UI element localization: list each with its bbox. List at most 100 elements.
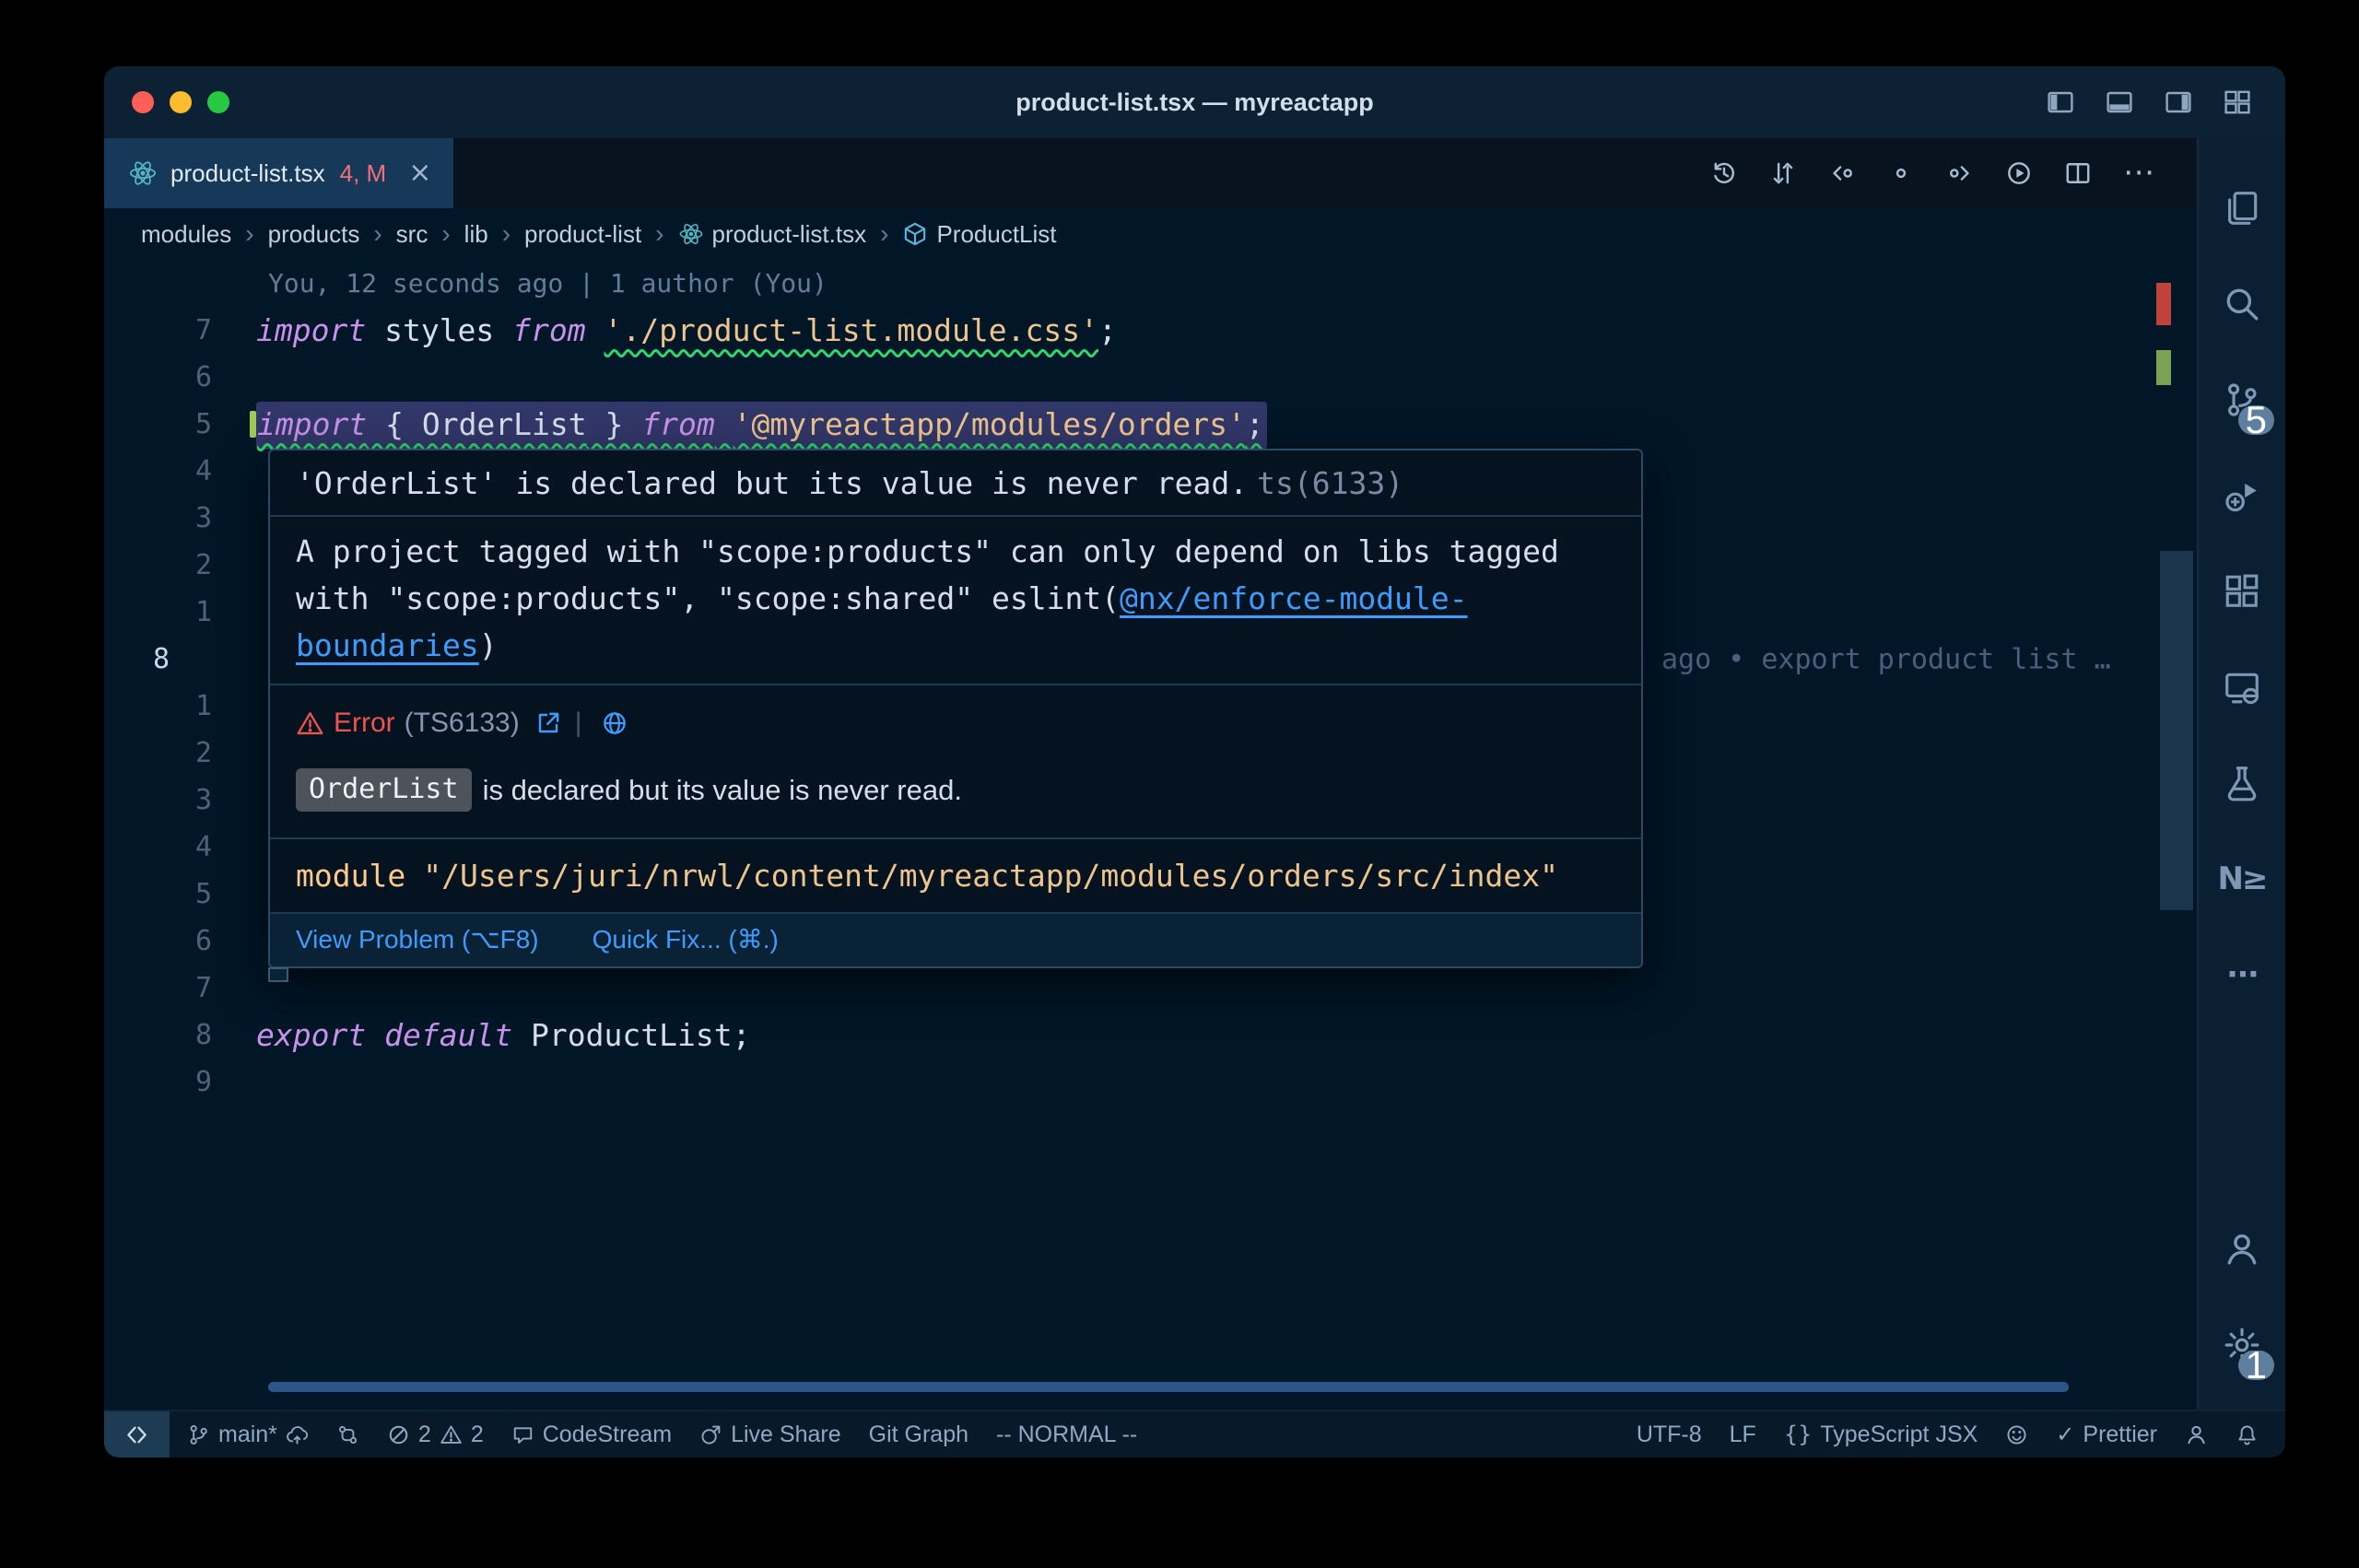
badge: 1 bbox=[2238, 1351, 2274, 1380]
compare-changes-icon[interactable] bbox=[1769, 159, 1797, 187]
error-severity-row: Error(TS6133) | bbox=[296, 708, 1615, 739]
more-actions-icon[interactable]: ⋯ bbox=[2123, 157, 2154, 190]
tab-decoration: 4, M bbox=[340, 159, 387, 188]
activitybar-item-search[interactable] bbox=[2199, 256, 2285, 352]
activitybar-item-debug[interactable] bbox=[2199, 448, 2285, 544]
live-share-icon bbox=[699, 1423, 722, 1446]
tab-product-list-tsx[interactable]: product-list.tsx 4, M × bbox=[104, 138, 453, 208]
next-change-icon[interactable] bbox=[1946, 159, 1974, 187]
breadcrumb-item-lib[interactable]: lib bbox=[464, 220, 488, 249]
statusbar-item-feedback-smiley[interactable] bbox=[1991, 1411, 2042, 1457]
editor-gutter: 4 bbox=[104, 455, 256, 487]
line-number: 2 bbox=[195, 737, 212, 769]
activitybar-item-explorer[interactable] bbox=[2199, 160, 2285, 256]
breadcrumb-separator: › bbox=[655, 219, 663, 249]
warning-icon bbox=[296, 709, 324, 738]
extensions-icon bbox=[2223, 572, 2261, 611]
person-feedback-icon bbox=[2185, 1423, 2208, 1446]
panel-left-icon bbox=[2046, 88, 2075, 117]
code-line[interactable]: 6 bbox=[104, 354, 2197, 401]
layout-grid-icon[interactable] bbox=[2223, 88, 2252, 117]
activitybar-item-source-control[interactable]: 5 bbox=[2199, 352, 2285, 448]
titlebar-layout-controls bbox=[2046, 88, 2285, 117]
statusbar-item-notifications[interactable] bbox=[2222, 1411, 2272, 1457]
editor-gutter: 8 bbox=[104, 643, 256, 675]
statusbar-item-remote-indicator[interactable] bbox=[104, 1411, 170, 1457]
statusbar-label: LF bbox=[1730, 1422, 1756, 1448]
code-line[interactable]: 8export default ProductList; bbox=[104, 1012, 2197, 1059]
editor[interactable]: You, 12 seconds ago | 1 author (You) 7im… bbox=[104, 260, 2197, 1410]
activitybar-item-testing[interactable] bbox=[2199, 735, 2285, 831]
statusbar-item-problems[interactable]: 22 bbox=[373, 1411, 498, 1457]
statusbar-item-vim-mode[interactable]: -- NORMAL -- bbox=[982, 1411, 1151, 1457]
git-change-marker-red bbox=[2156, 283, 2171, 325]
horizontal-scrollbar[interactable] bbox=[268, 1382, 2069, 1392]
highlighted-statement: import { OrderList } from '@myreactapp/m… bbox=[256, 402, 1267, 450]
code-line[interactable]: 7import styles from './product-list.modu… bbox=[104, 307, 2197, 354]
gutter-circle-icon[interactable] bbox=[1887, 159, 1915, 187]
breadcrumb-label: src bbox=[396, 220, 428, 249]
breadcrumb-item-modules[interactable]: modules bbox=[141, 220, 231, 249]
activitybar-item-more-views[interactable]: ⋯ bbox=[2199, 927, 2285, 1023]
activitybar-item-accounts[interactable] bbox=[2199, 1201, 2285, 1297]
warning-icon bbox=[440, 1423, 463, 1446]
breadcrumb-item-product-list-tsx[interactable]: product-list.tsx bbox=[678, 220, 867, 249]
activitybar-item-settings[interactable]: 1 bbox=[2199, 1297, 2285, 1393]
breadcrumb-label: product-list bbox=[524, 220, 641, 249]
breadcrumb-separator: › bbox=[245, 219, 253, 249]
statusbar-item-git-graph[interactable]: Git Graph bbox=[855, 1411, 982, 1457]
statusbar-item-language-mode[interactable]: {}TypeScript JSX bbox=[1770, 1411, 1991, 1457]
debug-icon bbox=[2223, 476, 2261, 515]
statusbar-label: TypeScript JSX bbox=[1820, 1422, 1978, 1448]
tooltip-resize-handle[interactable] bbox=[268, 967, 288, 982]
editor-gutter: 2 bbox=[104, 737, 256, 769]
prev-change-icon[interactable] bbox=[1828, 159, 1856, 187]
diagnostic-text: 'OrderList' is declared but its value is… bbox=[296, 465, 1248, 501]
code-line[interactable]: 9 bbox=[104, 1059, 2197, 1106]
breadcrumb-label: lib bbox=[464, 220, 488, 249]
statusbar-item-user-feedback[interactable] bbox=[2171, 1411, 2222, 1457]
statusbar-item-git-compare[interactable] bbox=[323, 1411, 373, 1457]
statusbar-item-encoding[interactable]: UTF-8 bbox=[1623, 1411, 1716, 1457]
breadcrumb-label: product-list.tsx bbox=[712, 220, 867, 249]
editor-gutter: 6 bbox=[104, 925, 256, 957]
panel-bottom-icon[interactable] bbox=[2105, 88, 2134, 117]
statusbar-label: Git Graph bbox=[869, 1422, 968, 1448]
code-line[interactable]: 5import { OrderList } from '@myreactapp/… bbox=[104, 401, 2197, 448]
panel-left-icon[interactable] bbox=[2046, 88, 2075, 117]
line-number: 1 bbox=[195, 690, 212, 722]
view-problem-link[interactable]: View Problem (⌥F8) bbox=[296, 924, 539, 954]
breadcrumb-item-productlist[interactable]: ProductList bbox=[902, 220, 1056, 249]
statusbar-item-prettier[interactable]: ✓Prettier bbox=[2042, 1411, 2171, 1457]
quick-fix-link[interactable]: Quick Fix... (⌘.) bbox=[593, 924, 779, 954]
activitybar-item-nx-console[interactable]: N≥ bbox=[2199, 831, 2285, 927]
run-icon bbox=[2005, 159, 2033, 187]
code-content: export default ProductList; bbox=[256, 1017, 750, 1053]
breadcrumb-item-src[interactable]: src bbox=[396, 220, 428, 249]
statusbar-item-eol[interactable]: LF bbox=[1716, 1411, 1770, 1457]
activitybar-item-extensions[interactable] bbox=[2199, 544, 2285, 639]
code-line[interactable]: 7 bbox=[104, 965, 2197, 1012]
panel-right-icon[interactable] bbox=[2164, 88, 2193, 117]
activitybar-item-remote-explorer[interactable] bbox=[2199, 639, 2285, 735]
hover-tooltip: 'OrderList' is declared but its value is… bbox=[268, 449, 1643, 968]
statusbar-item-codestream[interactable]: CodeStream bbox=[498, 1411, 686, 1457]
minimize-window-button[interactable] bbox=[170, 91, 192, 113]
line-number: 9 bbox=[195, 1066, 212, 1098]
breadcrumb-item-products[interactable]: products bbox=[268, 220, 360, 249]
statusbar-label: -- NORMAL -- bbox=[996, 1422, 1137, 1448]
statusbar-item-git-branch[interactable]: main* bbox=[173, 1411, 323, 1457]
run-icon[interactable] bbox=[2005, 159, 2033, 187]
gitlens-annotation[interactable]: You, 12 seconds ago | 1 author (You) bbox=[104, 260, 2197, 307]
statusbar-item-live-share[interactable]: Live Share bbox=[686, 1411, 855, 1457]
zoom-window-button[interactable] bbox=[207, 91, 229, 113]
close-window-button[interactable] bbox=[132, 91, 154, 113]
split-editor-icon[interactable] bbox=[2064, 159, 2092, 187]
editor-gutter: 2 bbox=[104, 549, 256, 581]
eslint-text-close: ) bbox=[479, 627, 498, 663]
vertical-scrollbar[interactable] bbox=[2160, 551, 2193, 910]
breadcrumb: modules›products›src›lib›product-list›pr… bbox=[104, 208, 2197, 260]
nx-icon: N≥ bbox=[2218, 863, 2267, 895]
timeline-icon[interactable] bbox=[1710, 159, 1738, 187]
breadcrumb-item-product-list[interactable]: product-list bbox=[524, 220, 641, 249]
